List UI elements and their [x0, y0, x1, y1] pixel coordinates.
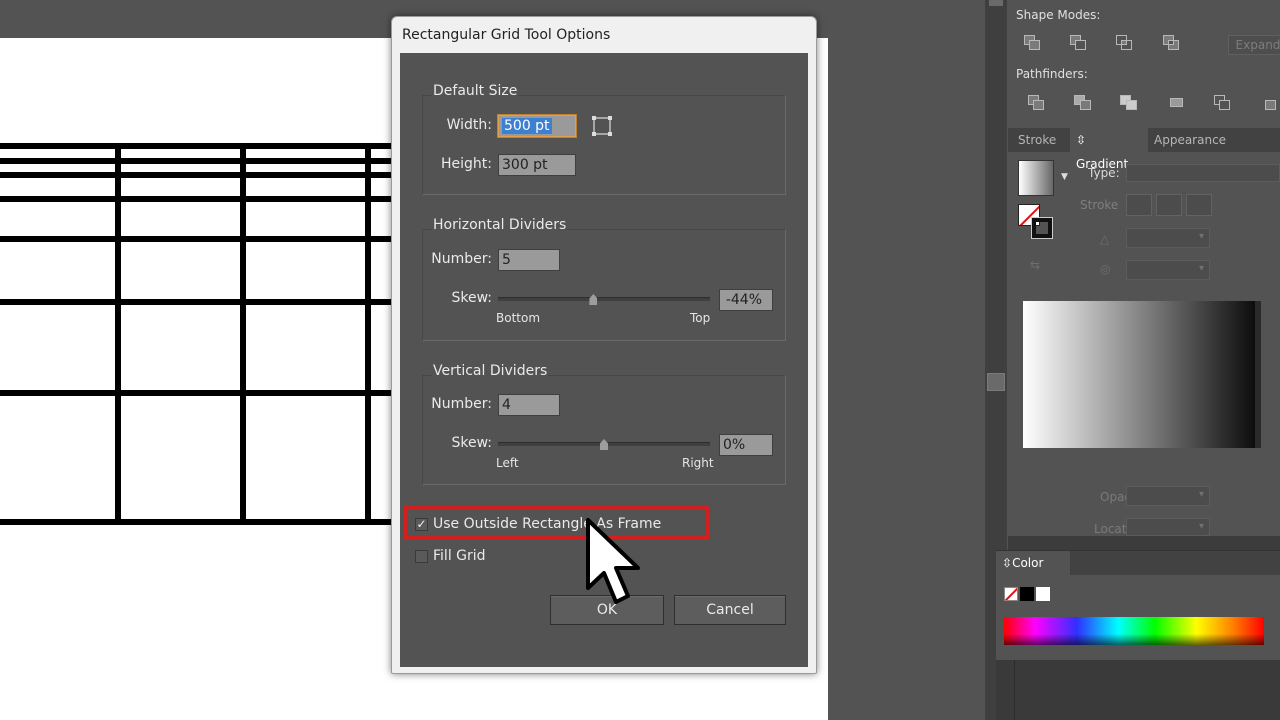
- v-skew-field[interactable]: 0%: [719, 434, 773, 456]
- h-skew-max-label: Top: [690, 311, 711, 325]
- color-spectrum[interactable]: [1004, 617, 1264, 645]
- stroke-swatch[interactable]: [1031, 217, 1053, 239]
- v-number-label: Number:: [431, 396, 492, 412]
- color-black-swatch[interactable]: [1020, 587, 1034, 601]
- gradient-type-label: Type:: [1088, 166, 1120, 180]
- unite-icon[interactable]: [1024, 35, 1042, 51]
- tab-stroke[interactable]: Stroke: [1012, 128, 1062, 152]
- color-white-swatch[interactable]: [1036, 587, 1050, 601]
- divide-icon[interactable]: [1028, 95, 1046, 111]
- gradient-stroke-label: Stroke: [1080, 198, 1119, 212]
- shape-modes-label: Shape Modes:: [1016, 8, 1101, 22]
- v-skew-max-label: Right: [682, 456, 714, 470]
- angle-icon: △: [1100, 232, 1110, 246]
- color-none-swatch[interactable]: [1004, 587, 1018, 601]
- minus-back-icon[interactable]: [1260, 95, 1278, 111]
- vertical-dividers-group: [422, 375, 786, 485]
- horizontal-dividers-group: [422, 229, 786, 341]
- gradient-preview-shadow: [1255, 301, 1261, 448]
- fill-stroke-swatches[interactable]: [1018, 204, 1054, 240]
- rectangular-grid-artwork[interactable]: [0, 38, 400, 720]
- width-field[interactable]: 500 pt: [498, 115, 576, 137]
- width-value: 500 pt: [502, 118, 552, 134]
- tab-collapse-icon: ⇳: [1002, 556, 1013, 570]
- tab-collapse-icon: ⇳: [1076, 133, 1087, 147]
- fill-grid-label[interactable]: Fill Grid: [433, 548, 486, 564]
- trim-icon[interactable]: [1074, 95, 1092, 111]
- panel-dock-bottom: [996, 660, 1280, 720]
- h-number-label: Number:: [431, 251, 492, 267]
- tab-gradient[interactable]: ⇳ Gradient: [1070, 128, 1148, 171]
- tab-color[interactable]: ⇳Color: [996, 551, 1070, 575]
- stroke-within-icon[interactable]: [1126, 194, 1152, 216]
- v-skew-min-label: Left: [496, 456, 519, 470]
- panel-divider: [1008, 536, 1280, 550]
- strip-top-nub: [989, 0, 1003, 6]
- default-size-title: Default Size: [432, 83, 519, 99]
- width-label: Width:: [446, 117, 492, 133]
- tab-appearance[interactable]: Appearance: [1148, 128, 1232, 152]
- expand-button[interactable]: Expand: [1228, 35, 1280, 55]
- merge-icon[interactable]: [1120, 95, 1138, 111]
- location-field[interactable]: [1126, 518, 1210, 536]
- aspect-ratio-icon: ◎: [1100, 262, 1111, 276]
- cursor-arrow-icon: [586, 518, 642, 612]
- color-panel: ⇳Color: [996, 550, 1280, 660]
- h-number-field[interactable]: 5: [498, 249, 560, 271]
- angle-field[interactable]: [1126, 228, 1210, 248]
- h-skew-label: Skew:: [451, 290, 492, 306]
- gradient-panel: Stroke ⇳ Gradient Appearance ▼ Type: Str…: [1008, 128, 1280, 536]
- minus-front-icon[interactable]: [1070, 35, 1088, 51]
- grid-proportion-icon[interactable]: [591, 115, 613, 137]
- reverse-gradient-icon[interactable]: ⇆: [1030, 258, 1040, 272]
- gradient-preview-slider[interactable]: [1023, 301, 1255, 448]
- v-skew-label: Skew:: [451, 435, 492, 451]
- cancel-button[interactable]: Cancel: [674, 595, 786, 625]
- opacity-field[interactable]: [1126, 486, 1210, 506]
- gradient-swatch[interactable]: [1018, 160, 1054, 196]
- vertical-dividers-title: Vertical Dividers: [432, 363, 549, 379]
- h-skew-slider[interactable]: [498, 297, 710, 301]
- intersect-icon[interactable]: [1116, 35, 1134, 51]
- default-size-group: [422, 95, 786, 195]
- horizontal-dividers-title: Horizontal Dividers: [432, 217, 568, 233]
- height-field[interactable]: 300 pt: [498, 154, 576, 176]
- stroke-across-icon[interactable]: [1186, 194, 1212, 216]
- pathfinders-label: Pathfinders:: [1016, 67, 1088, 81]
- h-skew-min-label: Bottom: [496, 311, 541, 325]
- height-label: Height:: [441, 156, 492, 172]
- aspect-ratio-field[interactable]: [1126, 260, 1210, 280]
- pathfinder-panel: Shape Modes: Expand Pathfinders:: [1008, 0, 1280, 128]
- annotation-highlight: [404, 506, 709, 539]
- outline-icon[interactable]: [1214, 95, 1232, 111]
- dialog-title: Rectangular Grid Tool Options: [402, 27, 611, 43]
- chevron-down-icon[interactable]: ▼: [1061, 172, 1068, 182]
- h-skew-field[interactable]: -44%: [719, 289, 773, 311]
- gradient-panel-tabbar: Stroke ⇳ Gradient Appearance: [1008, 128, 1280, 171]
- gradient-type-select[interactable]: [1126, 164, 1280, 182]
- exclude-icon[interactable]: [1163, 35, 1181, 51]
- fill-grid-checkbox[interactable]: [415, 550, 428, 563]
- stroke-along-icon[interactable]: [1156, 194, 1182, 216]
- crop-icon[interactable]: [1168, 95, 1186, 111]
- tab-color-label: Color: [1012, 556, 1044, 570]
- panel-scroll-thumb[interactable]: [987, 373, 1005, 391]
- v-number-field[interactable]: 4: [498, 394, 560, 416]
